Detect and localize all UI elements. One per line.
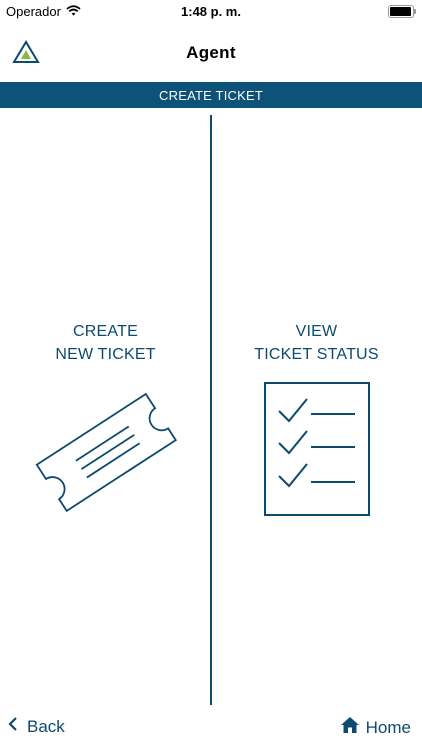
view-ticket-status-button[interactable]: VIEW TICKET STATUS xyxy=(211,320,422,517)
checklist-icon xyxy=(263,382,370,516)
battery-level xyxy=(390,7,411,16)
chevron-left-icon xyxy=(8,716,18,737)
create-ticket-label-line1: CREATE xyxy=(73,323,138,340)
back-label: Back xyxy=(27,716,65,736)
section-banner: CREATE TICKET xyxy=(0,82,422,108)
page-title: Agent xyxy=(186,43,236,62)
back-button[interactable]: Back xyxy=(8,716,65,737)
ticket-icon xyxy=(35,392,177,513)
create-ticket-label-line2: NEW TICKET xyxy=(55,346,156,363)
bottom-bar: Back Home xyxy=(0,710,422,750)
view-ticket-label-line2: TICKET STATUS xyxy=(254,346,379,363)
home-label: Home xyxy=(365,717,411,737)
clock: 1:48 p. m. xyxy=(181,4,241,19)
view-ticket-label-line1: VIEW xyxy=(295,323,338,340)
home-icon xyxy=(340,716,360,739)
create-ticket-button[interactable]: CREATE NEW TICKET xyxy=(0,320,211,525)
home-button[interactable]: Home xyxy=(340,716,411,739)
status-bar: Operador 1:48 p. m. xyxy=(0,0,422,22)
battery-icon xyxy=(388,5,416,18)
nav-bar: Agent xyxy=(0,22,422,82)
